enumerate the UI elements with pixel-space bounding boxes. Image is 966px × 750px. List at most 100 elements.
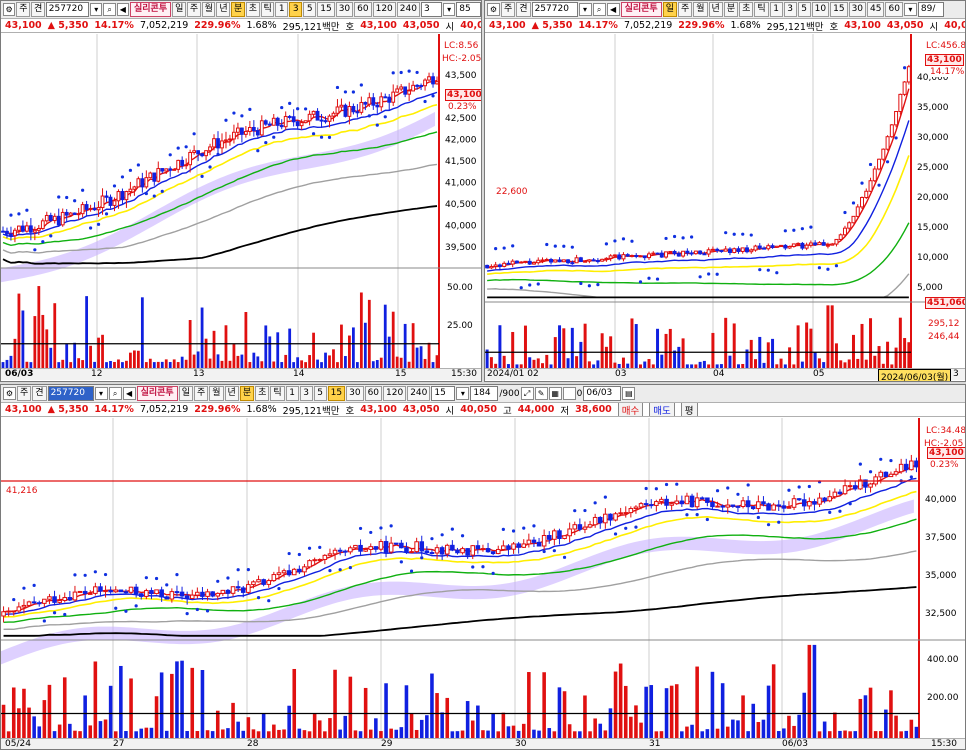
period-day-button[interactable]: 일 bbox=[662, 2, 677, 17]
period-month-button[interactable]: 월 bbox=[209, 386, 224, 401]
speaker-icon[interactable]: ◀ bbox=[116, 3, 129, 16]
interval-button-15[interactable]: 15 bbox=[317, 2, 335, 17]
period-sec-button[interactable]: 초 bbox=[245, 2, 260, 17]
period-sec-button[interactable]: 초 bbox=[739, 2, 754, 17]
period-month-button[interactable]: 월 bbox=[693, 2, 708, 17]
interval-button-1[interactable]: 1 bbox=[769, 2, 783, 17]
stock-name-chip[interactable]: 실리콘투 bbox=[129, 2, 172, 17]
period-month-button[interactable]: 월 bbox=[201, 2, 216, 17]
sell-button[interactable]: 매수 bbox=[617, 403, 644, 416]
volume-bar bbox=[264, 325, 268, 369]
candle bbox=[750, 506, 756, 510]
period-tick-button[interactable]: 틱 bbox=[260, 2, 275, 17]
search-type-button[interactable]: 견 bbox=[31, 2, 45, 17]
interval-button-15[interactable]: 15 bbox=[830, 2, 848, 17]
stock-type-button[interactable]: 주 bbox=[501, 2, 516, 17]
period-min-button[interactable]: 분 bbox=[231, 2, 245, 17]
interval-button-3[interactable]: 3 bbox=[299, 386, 313, 401]
volume-bar bbox=[89, 345, 92, 369]
interval-unit-input[interactable]: 3 bbox=[420, 2, 442, 17]
search-type-button[interactable]: 견 bbox=[516, 2, 531, 17]
period-tick-button[interactable]: 틱 bbox=[270, 386, 285, 401]
period-year-button[interactable]: 년 bbox=[708, 2, 723, 17]
chart-settings-icon[interactable]: ⚙ bbox=[3, 3, 16, 16]
stock-code-input[interactable]: 257720 bbox=[531, 2, 578, 17]
search-icon[interactable]: ⌕ bbox=[108, 387, 122, 400]
interval-button-5[interactable]: 5 bbox=[797, 2, 811, 17]
stock-name-chip[interactable]: 실리콘투 bbox=[620, 2, 662, 17]
calendar-icon[interactable]: ▤ bbox=[622, 387, 636, 400]
period-sec-button[interactable]: 초 bbox=[255, 386, 270, 401]
interval-button-10[interactable]: 10 bbox=[811, 2, 830, 17]
period-week-button[interactable]: 주 bbox=[677, 2, 693, 17]
speaker-icon[interactable]: ◀ bbox=[122, 387, 136, 400]
search-type-button[interactable]: 견 bbox=[32, 386, 47, 401]
period-tick-button[interactable]: 틱 bbox=[754, 2, 769, 17]
period-min-button[interactable]: 분 bbox=[723, 2, 739, 17]
volume-bar bbox=[668, 328, 672, 369]
period-day-button[interactable]: 일 bbox=[178, 386, 193, 401]
candle bbox=[730, 504, 736, 507]
chart-settings-icon[interactable]: ⚙ bbox=[487, 3, 500, 16]
bar-count-input[interactable]: 184 bbox=[470, 386, 499, 401]
volume-bar bbox=[630, 318, 634, 369]
date-input[interactable]: 06/03 bbox=[583, 386, 622, 401]
volume-bar bbox=[256, 731, 261, 738]
volume-bar bbox=[751, 703, 756, 738]
interval-button-120[interactable]: 120 bbox=[372, 2, 396, 17]
dropdown-icon[interactable]: ▾ bbox=[94, 387, 108, 400]
pin-icon[interactable]: ✎ bbox=[534, 387, 548, 400]
chart-settings-icon[interactable]: ⚙ bbox=[3, 387, 16, 400]
period-week-button[interactable]: 주 bbox=[186, 2, 201, 17]
stock-type-button[interactable]: 주 bbox=[17, 386, 32, 401]
interval-button-1[interactable]: 1 bbox=[275, 2, 289, 17]
dropdown-icon[interactable]: ▾ bbox=[456, 387, 470, 400]
dropdown-icon[interactable]: ▾ bbox=[578, 3, 592, 16]
interval-button-30[interactable]: 30 bbox=[848, 2, 867, 17]
volume-bar bbox=[673, 350, 677, 369]
stock-code-input[interactable]: 257720 bbox=[45, 2, 90, 17]
search-icon[interactable]: ⌕ bbox=[103, 3, 116, 16]
interval-button-1[interactable]: 1 bbox=[285, 386, 299, 401]
interval-button-60[interactable]: 60 bbox=[354, 2, 372, 17]
interval-button-30[interactable]: 30 bbox=[335, 2, 354, 17]
speaker-icon[interactable]: ◀ bbox=[606, 3, 620, 16]
period-min-button[interactable]: 분 bbox=[239, 386, 255, 401]
interval-button-120[interactable]: 120 bbox=[383, 386, 407, 401]
grid-icon[interactable]: ▦ bbox=[548, 387, 562, 400]
interval-button-60[interactable]: 60 bbox=[364, 386, 383, 401]
dropdown-icon[interactable]: ▾ bbox=[90, 3, 103, 16]
candle bbox=[266, 580, 272, 585]
interval-button-60[interactable]: 60 bbox=[885, 2, 903, 17]
bar-count-input[interactable]: 89/ bbox=[917, 2, 944, 17]
candle-chart-top-left[interactable]: 43,50043,00042,50042,00041,50041,00040,5… bbox=[1, 34, 482, 369]
interval-button-3[interactable]: 3 bbox=[783, 2, 797, 17]
period-week-button[interactable]: 주 bbox=[193, 386, 209, 401]
candle bbox=[371, 97, 376, 106]
interval-button-15[interactable]: 15 bbox=[327, 386, 346, 401]
dropdown-icon[interactable]: ▾ bbox=[442, 3, 456, 16]
buy-button[interactable]: 매도 bbox=[649, 403, 675, 416]
bar-count-input[interactable]: 85 bbox=[456, 2, 481, 17]
zoom-icon[interactable]: ⤢ bbox=[520, 387, 534, 400]
dropdown-icon[interactable]: ▾ bbox=[903, 3, 917, 16]
interval-button-5[interactable]: 5 bbox=[313, 386, 327, 401]
candle-chart-bottom[interactable]: 40,000 37,500 35,000 32,500 400.00 200.00 bbox=[1, 418, 966, 738]
stock-type-button[interactable]: 주 bbox=[16, 2, 31, 17]
period-year-button[interactable]: 년 bbox=[224, 386, 239, 401]
stock-name-chip[interactable]: 실리콘투 bbox=[136, 386, 178, 401]
checkbox-icon[interactable] bbox=[562, 387, 576, 400]
interval-button-5[interactable]: 5 bbox=[303, 2, 317, 17]
search-icon[interactable]: ⌕ bbox=[592, 3, 606, 16]
avg-button[interactable]: 평 bbox=[680, 403, 698, 416]
interval-button-30[interactable]: 30 bbox=[346, 386, 364, 401]
candle-chart-top-right[interactable]: 40,00035,00030,00025,00020,00015,00010,0… bbox=[485, 34, 966, 369]
period-year-button[interactable]: 년 bbox=[216, 2, 231, 17]
interval-button-240[interactable]: 240 bbox=[396, 2, 420, 17]
interval-button-45[interactable]: 45 bbox=[867, 2, 885, 17]
interval-button-240[interactable]: 240 bbox=[407, 386, 431, 401]
interval-button-3[interactable]: 3 bbox=[289, 2, 303, 17]
period-day-button[interactable]: 일 bbox=[172, 2, 186, 17]
interval-unit-input[interactable]: 15 bbox=[431, 386, 456, 401]
stock-code-input[interactable]: 257720 bbox=[47, 386, 94, 401]
